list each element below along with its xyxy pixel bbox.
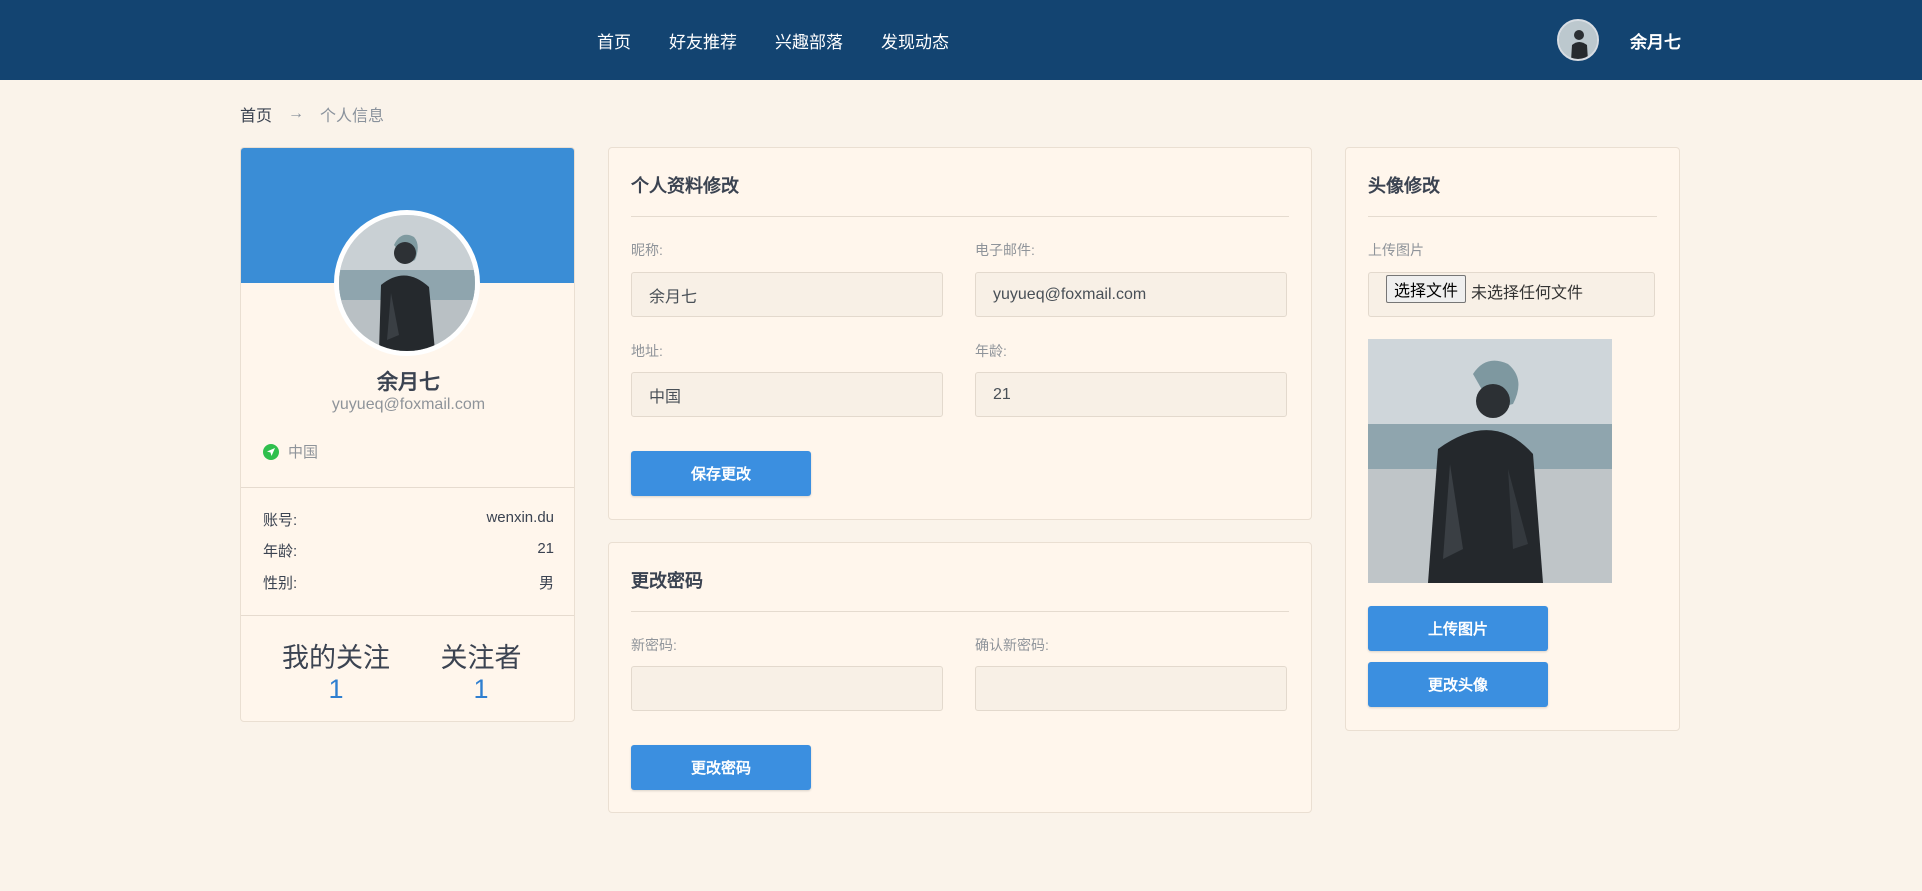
followers-count: 1	[473, 674, 489, 704]
change-avatar-button[interactable]: 更改头像	[1368, 662, 1548, 707]
address-field[interactable]	[631, 372, 943, 417]
profile-name: 余月七	[377, 371, 440, 394]
info-row-gender: 性别: 男	[263, 572, 554, 593]
profile-avatar	[334, 210, 480, 356]
nav-link-home[interactable]: 首页	[597, 28, 631, 53]
top-navbar: 首页 好友推荐 兴趣部落 发现动态 余月七	[0, 0, 1922, 80]
info-value: 21	[537, 540, 554, 557]
profile-card: 余月七 yuyueq@foxmail.com 中国 账号: wenxin.du …	[240, 147, 575, 722]
breadcrumb: 首页 → 个人信息	[240, 102, 384, 126]
nav-username[interactable]: 余月七	[1630, 28, 1681, 53]
person-photo-icon	[1559, 21, 1597, 59]
save-button[interactable]: 保存更改	[631, 451, 811, 496]
upload-image-button[interactable]: 上传图片	[1368, 606, 1548, 651]
following-stat[interactable]: 我的关注 1	[281, 636, 391, 703]
upload-label: 上传图片	[1368, 242, 1424, 258]
location-arrow-icon	[263, 443, 279, 460]
following-label: 我的关注	[282, 643, 390, 673]
divider	[631, 611, 1289, 612]
choose-file-button[interactable]: 选择文件	[1386, 275, 1467, 303]
person-photo-icon	[339, 215, 475, 351]
following-count: 1	[328, 674, 344, 704]
divider	[631, 216, 1289, 217]
new-password-label: 新密码:	[631, 637, 677, 653]
avatar-edit-panel: 头像修改 上传图片 选择文件 未选择任何文件 上传图片 更改头像	[1345, 147, 1680, 731]
breadcrumb-arrow-icon: →	[288, 105, 305, 122]
info-value: wenxin.du	[486, 509, 554, 526]
divider	[241, 615, 574, 616]
info-value: 男	[538, 575, 554, 592]
breadcrumb-home-link[interactable]: 首页	[240, 102, 272, 126]
breadcrumb-current: 个人信息	[320, 108, 385, 125]
info-label: 账号:	[263, 512, 298, 529]
avatar[interactable]	[1557, 19, 1599, 61]
file-status: 未选择任何文件	[1471, 285, 1584, 302]
change-password-panel: 更改密码 新密码: 确认新密码: 更改密码	[608, 542, 1312, 813]
age-label: 年龄:	[975, 343, 1007, 359]
email-field[interactable]	[975, 272, 1287, 317]
confirm-password-label: 确认新密码:	[975, 637, 1049, 653]
file-input[interactable]: 选择文件 未选择任何文件	[1368, 272, 1655, 317]
edit-profile-panel: 个人资料修改 昵称: 电子邮件: 地址: 年龄: 保存更改	[608, 147, 1312, 520]
user-menu[interactable]: 余月七	[1557, 19, 1681, 61]
panel-title: 更改密码	[631, 571, 703, 591]
info-label: 年龄:	[263, 543, 298, 560]
email-label: 电子邮件:	[975, 242, 1035, 258]
main-nav: 首页 好友推荐 兴趣部落 发现动态	[597, 0, 987, 80]
divider	[1368, 216, 1657, 217]
profile-location-text: 中国	[288, 444, 319, 461]
age-field[interactable]	[975, 372, 1287, 417]
address-label: 地址:	[631, 343, 663, 359]
info-row-age: 年龄: 21	[263, 540, 554, 561]
profile-email: yuyueq@foxmail.com	[331, 396, 486, 413]
followers-stat[interactable]: 关注者 1	[431, 636, 531, 703]
info-row-account: 账号: wenxin.du	[263, 509, 554, 530]
change-password-button[interactable]: 更改密码	[631, 745, 811, 790]
nickname-field[interactable]	[631, 272, 943, 317]
nav-link-interest-tribe[interactable]: 兴趣部落	[775, 28, 843, 53]
panel-title: 头像修改	[1368, 176, 1440, 196]
divider	[241, 487, 574, 488]
nav-link-discover[interactable]: 发现动态	[881, 28, 949, 53]
person-photo-icon	[1368, 339, 1612, 583]
new-password-field[interactable]	[631, 666, 943, 711]
panel-title: 个人资料修改	[631, 176, 739, 196]
profile-location: 中国	[263, 441, 318, 462]
confirm-password-field[interactable]	[975, 666, 1287, 711]
avatar-preview	[1368, 339, 1612, 583]
info-label: 性别:	[263, 575, 298, 592]
nickname-label: 昵称:	[631, 242, 663, 258]
nav-link-friend-recommend[interactable]: 好友推荐	[669, 28, 737, 53]
followers-label: 关注者	[440, 643, 522, 673]
